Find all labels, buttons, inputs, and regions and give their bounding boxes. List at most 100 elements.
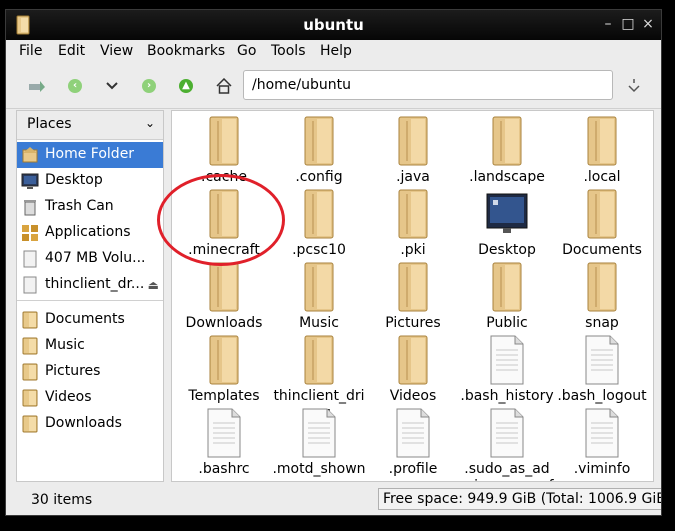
maximize-button[interactable]: □ — [620, 16, 636, 32]
file-item[interactable]: Music — [272, 261, 366, 332]
file-name: .bash_logout — [557, 388, 647, 404]
sidebar-item-label: Home Folder — [45, 146, 135, 162]
close-button[interactable]: × — [640, 16, 656, 32]
menu-bookmarks[interactable]: Bookmarks — [147, 43, 225, 59]
menu-file[interactable]: File — [19, 43, 42, 59]
sidebar-item-volume[interactable]: 407 MB Volu... — [17, 246, 163, 272]
file-item[interactable]: .config — [272, 115, 366, 186]
home-folder-icon — [22, 147, 38, 163]
file-name: Pictures — [385, 315, 441, 331]
file-item[interactable]: .java — [366, 115, 460, 186]
folder-icon — [304, 335, 334, 385]
sidebar-bookmark-videos[interactable]: Videos — [17, 385, 163, 411]
text-file-icon — [490, 335, 524, 385]
menu-tools[interactable]: Tools — [271, 43, 306, 59]
text-file-icon — [396, 408, 430, 458]
file-name: .viminfo — [573, 461, 631, 477]
up-button[interactable]: ▲ — [175, 75, 197, 97]
new-tab-button[interactable] — [26, 75, 48, 97]
places-header-label: Places — [27, 116, 72, 132]
location-bar[interactable]: /home/ubuntu — [243, 70, 613, 100]
folder-icon — [492, 116, 522, 166]
sidebar-bookmark-downloads[interactable]: Downloads — [17, 411, 163, 437]
sidebar-item-applications[interactable]: Applications — [17, 220, 163, 246]
file-item[interactable]: .bashrc — [177, 407, 271, 478]
new-tab-icon — [29, 81, 45, 92]
file-name: Public — [486, 315, 528, 331]
file-item[interactable]: .bash_history — [460, 334, 554, 405]
file-icon-view[interactable]: .cache .config .java .landscape .local .minec… — [171, 110, 654, 482]
location-toggle-button[interactable] — [623, 75, 645, 97]
file-name: .landscape — [469, 169, 545, 185]
file-item[interactable]: .pki — [366, 188, 460, 259]
sidebar-item-label: Applications — [45, 224, 131, 240]
file-item[interactable]: .cache — [177, 115, 271, 186]
title-bar[interactable]: ubuntu – □ × — [6, 10, 661, 40]
folder-icon — [304, 262, 334, 312]
forward-arrow-icon: › — [142, 79, 156, 93]
folder-icon — [209, 116, 239, 166]
menu-edit[interactable]: Edit — [58, 43, 85, 59]
forward-button[interactable]: › — [138, 75, 160, 97]
file-item[interactable]: .sudo_as_admin_successful — [460, 407, 554, 481]
file-item[interactable]: Public — [460, 261, 554, 332]
file-item[interactable]: Desktop — [460, 188, 554, 259]
free-space: Free space: 949.9 GiB (Total: 1006.9 GiB… — [378, 488, 661, 510]
toolbar: ‹ › ▲ /home/ubuntu — [6, 64, 661, 109]
file-item[interactable]: .local — [555, 115, 649, 186]
up-arrow-icon: ▲ — [179, 79, 193, 93]
folder-icon — [398, 116, 428, 166]
sidebar-item-label: Trash Can — [45, 198, 114, 214]
folder-icon — [398, 262, 428, 312]
file-item[interactable]: .minecraft — [177, 188, 271, 259]
sidebar-item-trash[interactable]: Trash Can — [17, 194, 163, 220]
file-name: Music — [299, 315, 339, 331]
file-item[interactable]: .landscape — [460, 115, 554, 186]
sidebar-item-label: Videos — [45, 389, 92, 405]
file-item[interactable]: snap — [555, 261, 649, 332]
back-button[interactable]: ‹ — [64, 75, 86, 97]
menu-view[interactable]: View — [100, 43, 133, 59]
file-item[interactable]: Templates — [177, 334, 271, 405]
file-item[interactable]: Documents — [555, 188, 649, 259]
file-name: .cache — [201, 169, 247, 185]
file-item[interactable]: Downloads — [177, 261, 271, 332]
file-item[interactable]: Videos — [366, 334, 460, 405]
places-header[interactable]: Places ⌄ — [17, 111, 163, 140]
file-item[interactable]: .profile — [366, 407, 460, 478]
places-sidebar: Places ⌄ Home Folder Desktop Trash Can A… — [16, 110, 164, 482]
sidebar-bookmark-pictures[interactable]: Pictures — [17, 359, 163, 385]
sidebar-item-thinclient-drives[interactable]: thinclient_dr... ⏏ — [17, 272, 163, 298]
folder-icon — [492, 262, 522, 312]
text-file-icon — [207, 408, 241, 458]
file-item[interactable]: Pictures — [366, 261, 460, 332]
home-button[interactable] — [213, 75, 235, 97]
sidebar-bookmark-music[interactable]: Music — [17, 333, 163, 359]
history-dropdown-button[interactable] — [101, 75, 123, 97]
folder-icon — [209, 189, 239, 239]
file-name: .config — [295, 169, 343, 185]
folder-icon — [587, 262, 617, 312]
desktop-icon — [486, 193, 528, 233]
menu-go[interactable]: Go — [237, 43, 256, 59]
menu-bar: File Edit View Bookmarks Go Tools Help — [6, 40, 661, 64]
minimize-button[interactable]: – — [600, 16, 616, 32]
folder-icon — [304, 189, 334, 239]
file-name: Documents — [562, 242, 642, 258]
file-item[interactable]: .pcsc10 — [272, 188, 366, 259]
file-item[interactable]: .motd_shown — [272, 407, 366, 478]
window-title: ubuntu — [303, 16, 364, 34]
menu-help[interactable]: Help — [320, 43, 352, 59]
folder-icon — [398, 335, 428, 385]
file-name: .profile — [388, 461, 438, 477]
folder-icon — [587, 189, 617, 239]
sidebar-item-home-folder[interactable]: Home Folder — [17, 142, 163, 168]
sidebar-item-desktop[interactable]: Desktop — [17, 168, 163, 194]
sidebar-bookmark-documents[interactable]: Documents — [17, 307, 163, 333]
eject-icon[interactable]: ⏏ — [148, 278, 159, 292]
folder-icon — [209, 262, 239, 312]
file-name: .pki — [400, 242, 426, 258]
file-item[interactable]: .bash_logout — [555, 334, 649, 405]
applications-icon — [22, 225, 38, 241]
file-item[interactable]: .viminfo — [555, 407, 649, 478]
